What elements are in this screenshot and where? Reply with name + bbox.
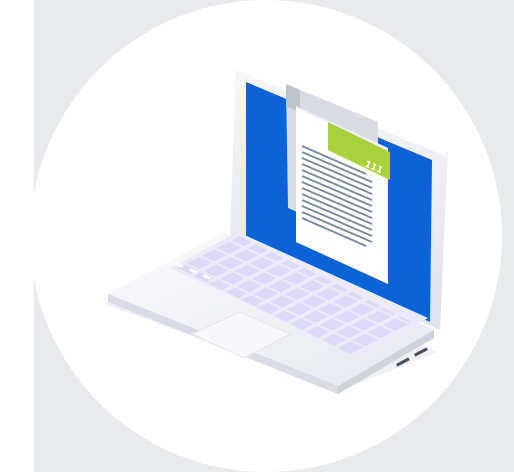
laptop-document-icon: 111 [30,0,502,472]
